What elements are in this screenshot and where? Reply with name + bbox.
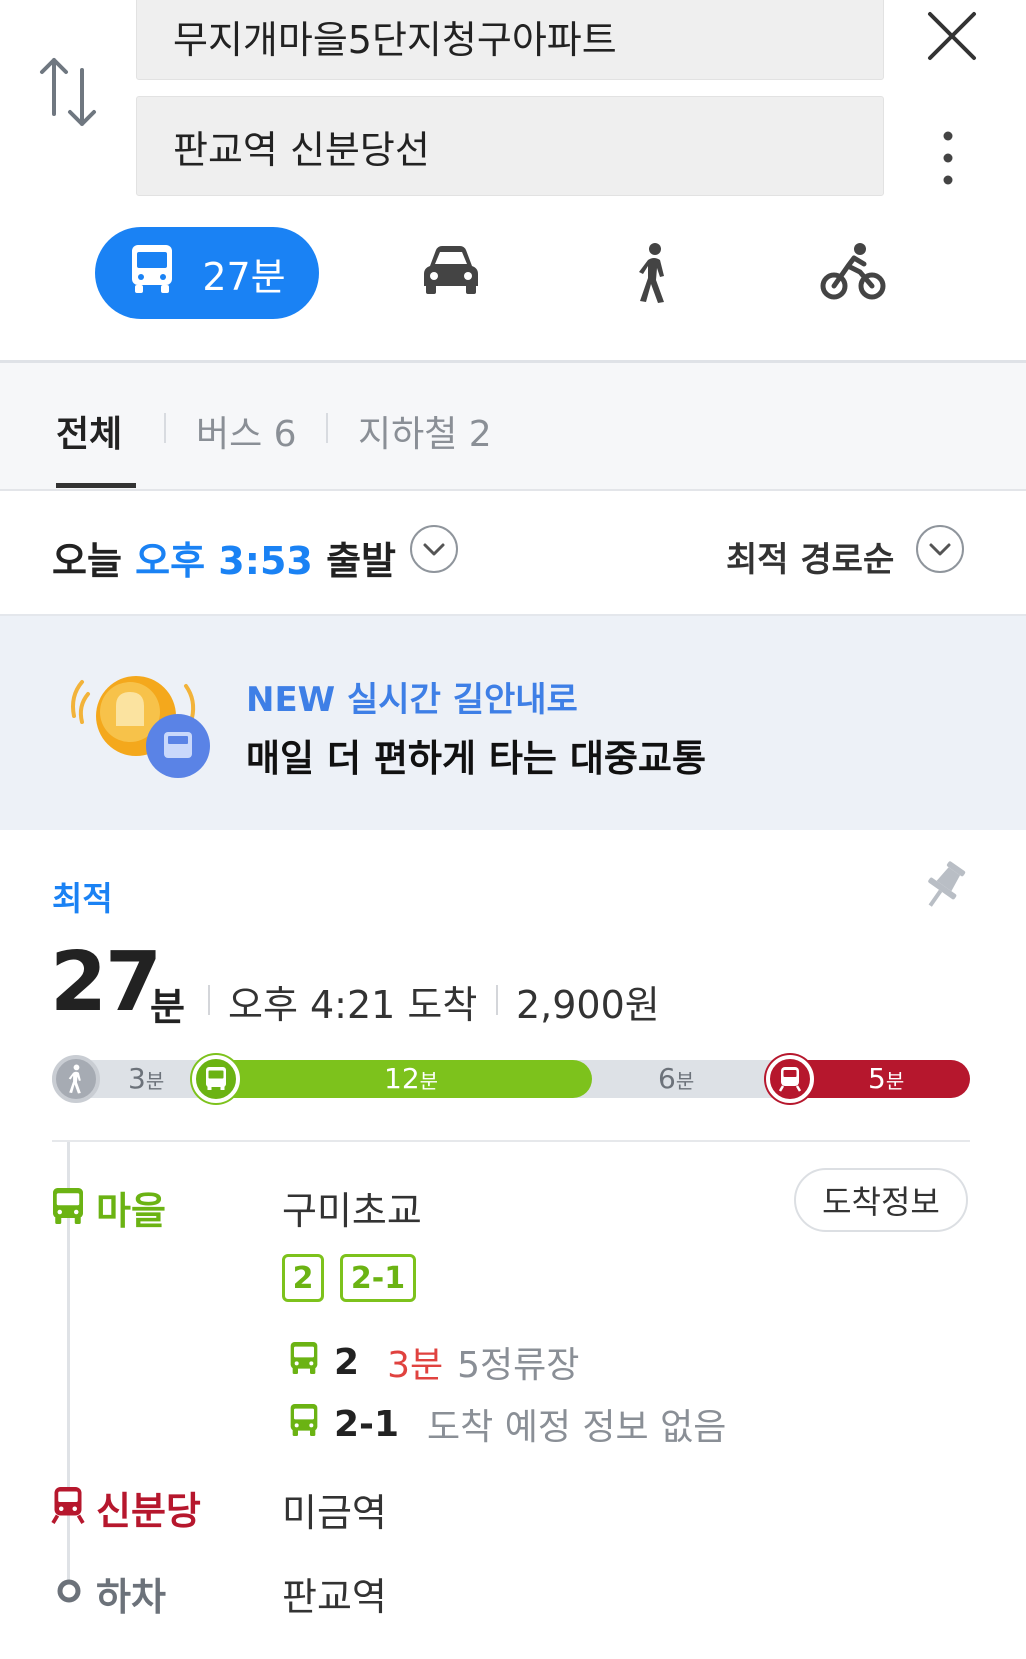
swap-icon[interactable]: [36, 52, 100, 130]
subway-segment-time: 5분: [868, 1062, 905, 1095]
bus-segment-icon: [192, 1055, 240, 1103]
transit-time: 27분: [202, 254, 286, 299]
departure-suffix: 출발: [326, 539, 396, 583]
alight-station[interactable]: 판교역: [282, 1566, 387, 1621]
departure-day: 오늘: [52, 539, 122, 583]
destination-input[interactable]: 판교역 신분당선: [136, 96, 884, 196]
alight-label: 하차: [96, 1575, 166, 1619]
bus-arrival-row: 2 3분 5정류장: [288, 1336, 579, 1388]
sort-option[interactable]: 최적 경로순: [726, 532, 894, 581]
bell-icon: [66, 666, 226, 790]
subway-line-label: 신분당: [96, 1489, 201, 1533]
promo-banner[interactable]: NEW 실시간 길안내로 매일 더 편하게 타는 대중교통: [0, 614, 1026, 830]
bus-arrival-row: 2-1 도착 예정 정보 없음: [288, 1398, 726, 1450]
bus-boarding-stop[interactable]: 구미초교: [282, 1180, 422, 1235]
bus-icon: [128, 243, 176, 304]
subway-icon: [50, 1484, 86, 1530]
meta-divider: [208, 985, 210, 1015]
bus-eta: 3분: [387, 1345, 444, 1386]
bus-number: 2: [334, 1341, 360, 1383]
banner-main-text: 매일 더 편하게 타는 대중교통: [246, 737, 707, 780]
arrival-info-button[interactable]: 도착정보: [794, 1168, 968, 1232]
destination-text: 판교역 신분당선: [173, 127, 430, 172]
active-tab-underline: [56, 483, 136, 488]
tab-divider: [164, 413, 166, 443]
tab-all[interactable]: 전체: [56, 405, 122, 457]
departure-dropdown-chevron-icon[interactable]: [410, 525, 458, 573]
bus-status: 도착 예정 정보 없음: [427, 1407, 727, 1448]
alight-dot-icon: [56, 1578, 82, 1608]
car-icon[interactable]: [420, 244, 482, 300]
close-icon[interactable]: [922, 6, 982, 66]
tab-divider: [326, 413, 328, 443]
total-duration: 27: [50, 935, 162, 1030]
subway-boarding-station[interactable]: 미금역: [282, 1482, 387, 1537]
walk-icon[interactable]: [634, 242, 674, 308]
route-chip[interactable]: 2-1: [340, 1254, 416, 1302]
sort-dropdown-chevron-icon[interactable]: [916, 525, 964, 573]
tab-subway[interactable]: 지하철 2: [358, 405, 492, 457]
route-tag: 최적: [52, 879, 113, 918]
total-duration-unit: 분: [150, 985, 185, 1029]
more-options-icon[interactable]: [930, 128, 966, 188]
route-chip[interactable]: 2: [282, 1254, 324, 1302]
pin-icon[interactable]: [920, 858, 968, 918]
bus-segment-time: 12분: [384, 1062, 439, 1095]
walk-segment-time: 3분: [128, 1062, 165, 1095]
bus-icon: [288, 1402, 320, 1447]
arrival-time: 오후 4:21 도착: [228, 983, 478, 1027]
bus-stops-away: 5정류장: [457, 1345, 580, 1386]
mode-transit-tab[interactable]: 27분: [95, 227, 319, 319]
departure-clock: 오후 3:53: [135, 539, 313, 583]
bus-number: 2-1: [334, 1403, 400, 1445]
origin-input[interactable]: 무지개마을5단지청구아파트: [136, 0, 884, 80]
bicycle-icon[interactable]: [820, 242, 886, 306]
bus-icon: [288, 1340, 320, 1385]
wait-segment-time: 6분: [658, 1062, 695, 1095]
meta-divider: [496, 985, 498, 1015]
section-divider: [52, 1140, 970, 1142]
bus-icon: [50, 1186, 86, 1230]
fare: 2,900원: [516, 983, 660, 1027]
walk-segment-icon: [52, 1055, 100, 1103]
origin-text: 무지개마을5단지청구아파트: [173, 17, 617, 62]
departure-time[interactable]: 오늘 오후 3:53 출발: [52, 530, 396, 585]
subway-segment-icon: [766, 1055, 814, 1103]
tab-bus[interactable]: 버스 6: [196, 405, 297, 457]
banner-new-label: NEW 실시간 길안내로: [246, 680, 578, 720]
bus-type-label: 마을: [96, 1189, 166, 1233]
filter-bar: 전체 버스 6 지하철 2: [0, 360, 1026, 491]
